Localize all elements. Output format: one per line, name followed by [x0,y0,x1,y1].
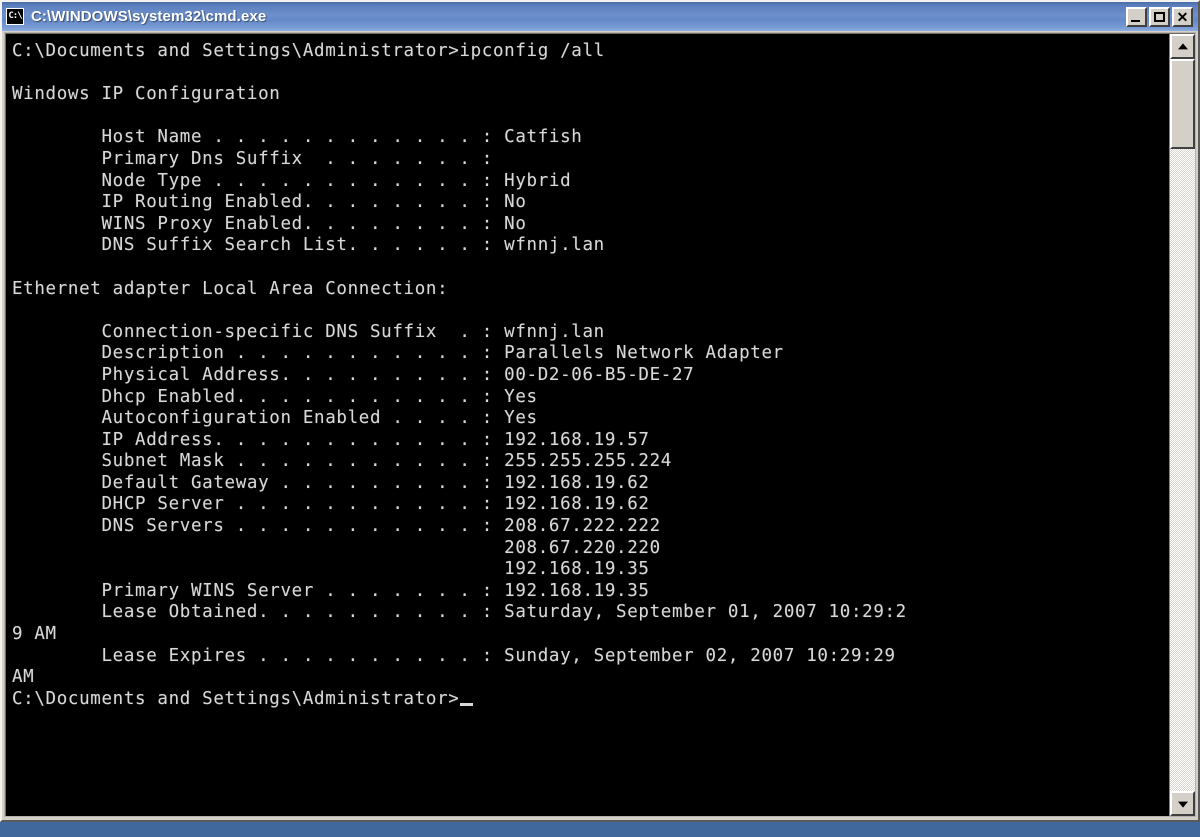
chevron-up-icon [1177,42,1188,49]
cmd-console-icon[interactable]: C:\ [6,8,24,25]
window-title: C:\WINDOWS\system32\cmd.exe [31,8,267,25]
close-icon: ✕ [1176,8,1189,25]
console-area: C:\Documents and Settings\Administrator>… [5,33,1195,816]
minimize-icon [1131,19,1140,22]
desktop-background [0,822,1200,837]
text-cursor [460,702,474,706]
scrollbar-track[interactable] [1170,59,1195,791]
scrollbar-thumb[interactable] [1170,59,1195,149]
scroll-up-button[interactable] [1170,34,1195,59]
minimize-button[interactable] [1126,6,1147,27]
maximize-button[interactable] [1149,6,1170,27]
console-output[interactable]: C:\Documents and Settings\Administrator>… [6,34,1169,816]
vertical-scrollbar[interactable] [1169,34,1195,816]
chevron-down-icon [1177,801,1188,808]
title-bar[interactable]: C:\ C:\WINDOWS\system32\cmd.exe ✕ [2,2,1198,31]
maximize-icon [1154,11,1165,22]
close-button[interactable]: ✕ [1172,6,1193,27]
scroll-down-button[interactable] [1170,791,1195,816]
cmd-window: C:\ C:\WINDOWS\system32\cmd.exe ✕ C:\Doc… [0,0,1200,822]
window-controls: ✕ [1126,6,1196,27]
window-client-area: C:\Documents and Settings\Administrator>… [4,32,1196,817]
